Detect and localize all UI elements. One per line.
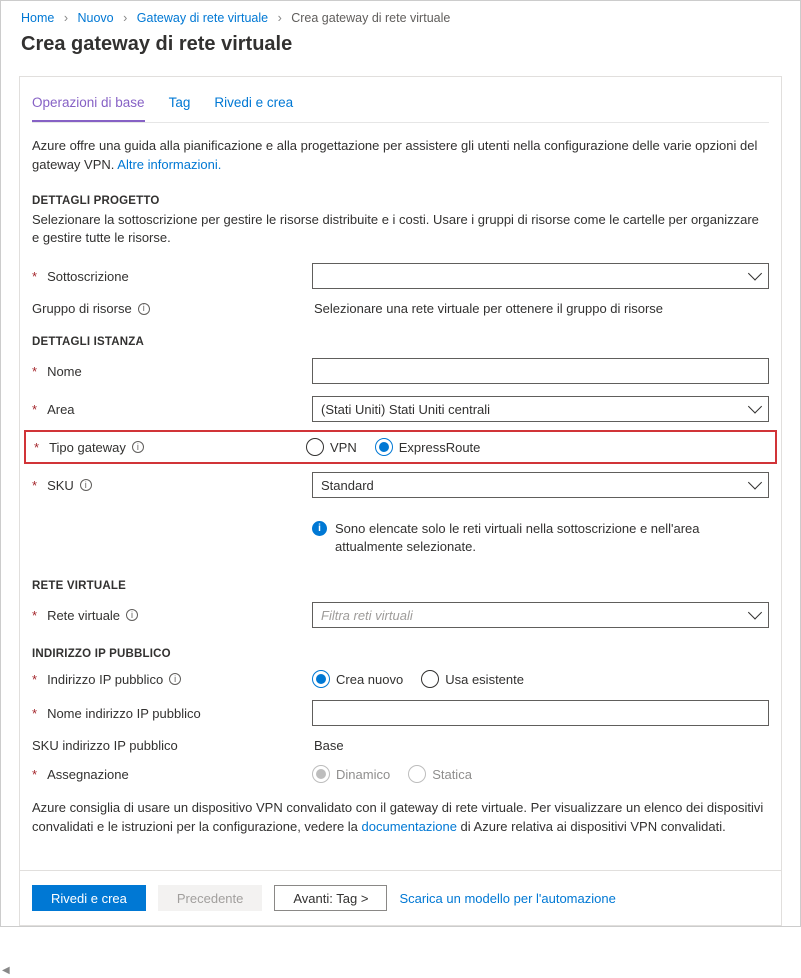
footer-actions: Rivedi e crea Precedente Avanti: Tag > S… (20, 870, 781, 925)
breadcrumb-current: Crea gateway di rete virtuale (291, 11, 450, 25)
documentation-link[interactable]: documentazione (362, 819, 457, 834)
radio-icon (421, 670, 439, 688)
tabs: Operazioni di base Tag Rivedi e crea (32, 77, 769, 123)
chevron-right-icon: › (58, 11, 74, 25)
radio-icon (312, 765, 330, 783)
radio-icon (375, 438, 393, 456)
info-icon[interactable]: i (169, 673, 181, 685)
radio-icon (312, 670, 330, 688)
next-tag-button[interactable]: Avanti: Tag > (274, 885, 387, 911)
pip-sku-value: Base (312, 738, 344, 753)
download-template-link[interactable]: Scarica un modello per l'automazione (399, 891, 615, 906)
resource-group-label: Gruppo di risorse i (32, 301, 312, 316)
tab-basics[interactable]: Operazioni di base (32, 87, 145, 122)
page-title: Crea gateway di rete virtuale (1, 29, 800, 68)
info-badge-icon: i (312, 521, 327, 536)
sku-label: *SKU i (32, 478, 312, 493)
vnet-select[interactable]: Filtra reti virtuali (312, 602, 769, 628)
previous-button: Precedente (158, 885, 263, 911)
scroll-left-icon[interactable]: ◀ (2, 965, 10, 976)
info-icon[interactable]: i (138, 303, 150, 315)
sku-info-message: i Sono elencate solo le reti virtuali ne… (312, 510, 769, 560)
assignment-static-radio: Statica (408, 765, 472, 783)
breadcrumb-nuovo[interactable]: Nuovo (77, 11, 113, 25)
section-vnet-header: RETE VIRTUALE (32, 566, 769, 596)
breadcrumb-home[interactable]: Home (21, 11, 54, 25)
info-icon[interactable]: i (126, 609, 138, 621)
resource-group-text: Selezionare una rete virtuale per ottene… (312, 301, 663, 316)
subscription-label: *Sottoscrizione (32, 269, 312, 284)
section-instance-header: DETTAGLI ISTANZA (32, 322, 769, 352)
gateway-type-label: *Tipo gateway i (34, 440, 306, 455)
tab-tag[interactable]: Tag (169, 87, 191, 122)
chevron-right-icon: › (117, 11, 133, 25)
radio-icon (408, 765, 426, 783)
info-icon[interactable]: i (80, 479, 92, 491)
assignment-dynamic-radio: Dinamico (312, 765, 390, 783)
pip-label: *Indirizzo IP pubblico i (32, 672, 312, 687)
subscription-select[interactable] (312, 263, 769, 289)
form-panel: Operazioni di base Tag Rivedi e crea Azu… (19, 76, 782, 926)
pip-create-new-radio[interactable]: Crea nuovo (312, 670, 403, 688)
vpn-device-note: Azure consiglia di usare un dispositivo … (32, 789, 769, 847)
section-project-header: DETTAGLI PROGETTO (32, 181, 769, 211)
breadcrumb: Home › Nuovo › Gateway di rete virtuale … (1, 1, 800, 29)
tab-review[interactable]: Rivedi e crea (214, 87, 293, 122)
sku-select[interactable]: Standard (312, 472, 769, 498)
info-icon[interactable]: i (132, 441, 144, 453)
section-pip-header: INDIRIZZO IP PUBBLICO (32, 634, 769, 664)
chevron-right-icon: › (272, 11, 288, 25)
vnet-label: *Rete virtuale i (32, 608, 312, 623)
gateway-type-vpn-radio[interactable]: VPN (306, 438, 357, 456)
area-select[interactable]: (Stati Uniti) Stati Uniti centrali (312, 396, 769, 422)
gateway-type-highlight: *Tipo gateway i VPN ExpressRoute (24, 430, 777, 464)
section-project-desc: Selezionare la sottoscrizione per gestir… (32, 211, 769, 257)
gateway-type-expressroute-radio[interactable]: ExpressRoute (375, 438, 481, 456)
assignment-label: *Assegnazione (32, 767, 312, 782)
pip-name-input[interactable] (312, 700, 769, 726)
radio-icon (306, 438, 324, 456)
review-create-button[interactable]: Rivedi e crea (32, 885, 146, 911)
more-info-link[interactable]: Altre informazioni. (117, 157, 221, 172)
area-label: *Area (32, 402, 312, 417)
pip-name-label: *Nome indirizzo IP pubblico (32, 706, 312, 721)
name-label: *Nome (32, 364, 312, 379)
pip-use-existing-radio[interactable]: Usa esistente (421, 670, 524, 688)
pip-sku-label: SKU indirizzo IP pubblico (32, 738, 312, 753)
name-input[interactable] (312, 358, 769, 384)
intro-text: Azure offre una guida alla pianificazion… (32, 123, 769, 181)
breadcrumb-gateway[interactable]: Gateway di rete virtuale (137, 11, 268, 25)
